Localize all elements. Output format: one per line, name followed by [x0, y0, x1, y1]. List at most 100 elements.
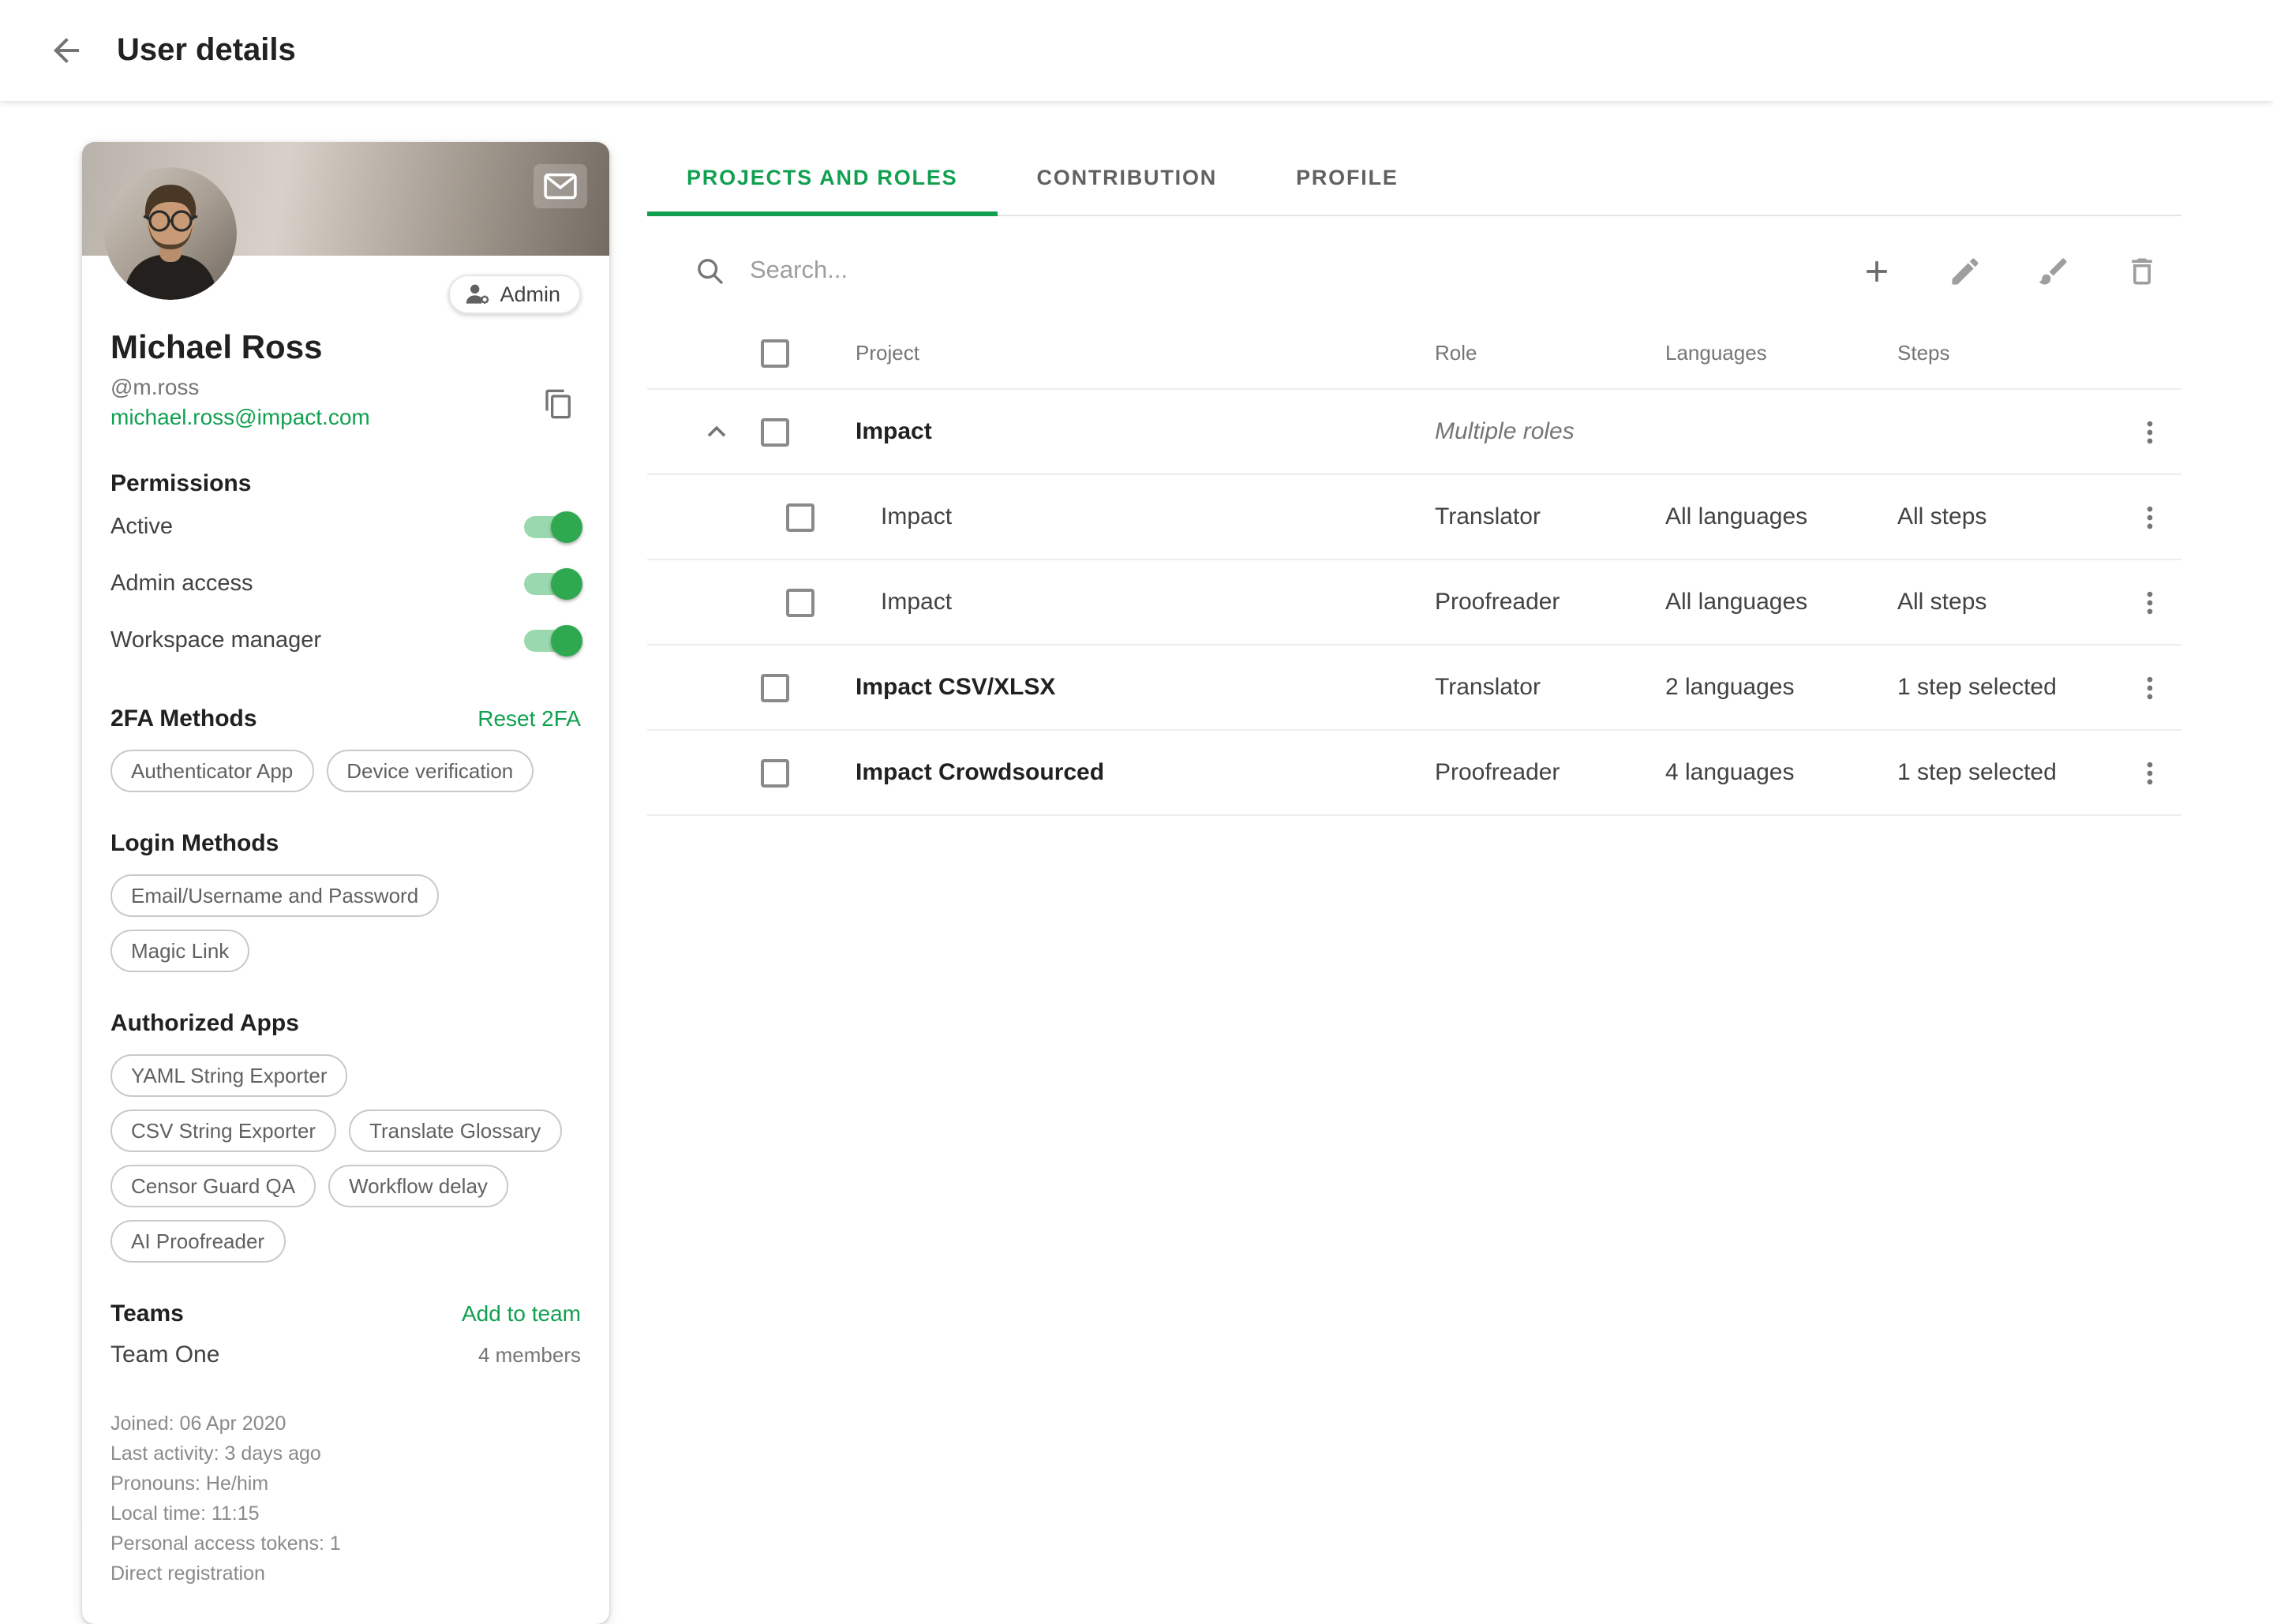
- envelope-icon: [543, 172, 578, 200]
- main-panel: PROJECTS AND ROLES CONTRIBUTION PROFILE: [647, 142, 2181, 816]
- select-all-checkbox[interactable]: [761, 339, 789, 367]
- tab-bar: PROJECTS AND ROLES CONTRIBUTION PROFILE: [647, 142, 2181, 216]
- table-row-impact-group: Impact Multiple roles: [647, 390, 2181, 475]
- table-row-impact-translator: Impact Translator All languages All step…: [647, 475, 2181, 560]
- username: @m.ross: [110, 374, 370, 399]
- row-checkbox[interactable]: [761, 673, 789, 702]
- authorized-app-chips: YAML String Exporter CSV String Exporter…: [110, 1054, 581, 1263]
- permission-label: Admin access: [110, 571, 253, 597]
- add-button[interactable]: [1856, 251, 1897, 292]
- copy-email-button[interactable]: [537, 381, 581, 425]
- chevron-up-icon: [701, 416, 732, 447]
- team-name: Team One: [110, 1341, 219, 1368]
- project-name: Impact Crowdsourced: [837, 759, 1435, 786]
- table-row-impact-proofreader: Impact Proofreader All languages All ste…: [647, 560, 2181, 645]
- cleanup-button[interactable]: [2033, 251, 2074, 292]
- back-button[interactable]: [41, 25, 92, 76]
- kebab-icon: [2134, 416, 2166, 447]
- table-row-impact-csv-xlsx: Impact CSV/XLSX Translator 2 languages 1…: [647, 645, 2181, 731]
- login-method-chips: Email/Username and Password Magic Link: [110, 874, 581, 972]
- languages-value: 2 languages: [1665, 674, 1897, 701]
- copy-icon: [543, 387, 575, 419]
- kebab-icon: [2134, 672, 2166, 703]
- permission-row-workspace-manager: Workspace manager: [110, 614, 581, 668]
- tab-projects-and-roles[interactable]: PROJECTS AND ROLES: [647, 142, 997, 216]
- project-name: Impact: [837, 589, 1435, 616]
- column-header-steps: Steps: [1897, 341, 2118, 365]
- row-menu-button[interactable]: [2118, 495, 2181, 539]
- steps-value: All steps: [1897, 503, 2118, 530]
- toggle-active[interactable]: [524, 516, 578, 538]
- authorized-app-chip: YAML String Exporter: [110, 1054, 348, 1097]
- meta-joined: Joined: 06 Apr 2020: [110, 1409, 581, 1439]
- row-menu-button[interactable]: [2118, 665, 2181, 709]
- admin-badge[interactable]: Admin: [447, 275, 581, 314]
- table-header-row: Project Role Languages Steps: [647, 317, 2181, 390]
- authorized-app-chip: Translate Glossary: [349, 1109, 561, 1152]
- toggle-workspace-manager[interactable]: [524, 630, 578, 652]
- edit-button[interactable]: [1945, 251, 1986, 292]
- delete-button[interactable]: [2121, 251, 2163, 292]
- tab-profile[interactable]: PROFILE: [1256, 142, 1438, 216]
- steps-value: All steps: [1897, 589, 2118, 616]
- toggle-admin-access[interactable]: [524, 573, 578, 595]
- role-value: Multiple roles: [1435, 418, 1665, 445]
- permission-row-admin-access: Admin access: [110, 557, 581, 611]
- plus-icon: [1859, 254, 1894, 289]
- search-input[interactable]: [747, 256, 1856, 287]
- toolbar: [647, 216, 2181, 317]
- add-to-team-link[interactable]: Add to team: [462, 1300, 581, 1326]
- kebab-icon: [2134, 501, 2166, 533]
- authorized-app-chip: Workflow delay: [328, 1165, 508, 1207]
- user-card-body: Admin Michael Ross @m.ross michael.ross@…: [82, 256, 609, 1624]
- row-checkbox[interactable]: [761, 417, 789, 446]
- row-menu-button[interactable]: [2118, 410, 2181, 454]
- row-checkbox[interactable]: [786, 588, 814, 616]
- meta-local-time: Local time: 11:15: [110, 1499, 581, 1529]
- projects-table: Project Role Languages Steps: [647, 317, 2181, 816]
- content: Admin Michael Ross @m.ross michael.ross@…: [0, 101, 2273, 1624]
- search-icon: [695, 256, 726, 287]
- arrow-left-icon: [47, 32, 85, 69]
- reset-2fa-link[interactable]: Reset 2FA: [477, 705, 581, 731]
- user-meta: Joined: 06 Apr 2020 Last activity: 3 day…: [110, 1409, 581, 1589]
- profile-cover: [82, 142, 609, 256]
- meta-access-tokens: Personal access tokens: 1: [110, 1529, 581, 1559]
- row-menu-button[interactable]: [2118, 580, 2181, 624]
- column-header-role: Role: [1435, 341, 1665, 365]
- mail-button[interactable]: [534, 164, 587, 208]
- permissions-title: Permissions: [110, 470, 581, 497]
- admin-badge-label: Admin: [500, 283, 560, 306]
- twofa-chips: Authenticator App Device verification: [110, 750, 581, 792]
- languages-value: All languages: [1665, 589, 1897, 616]
- avatar: [104, 167, 237, 300]
- role-value: Proofreader: [1435, 589, 1665, 616]
- user-details-page: User details: [0, 0, 2273, 1523]
- kebab-icon: [2134, 586, 2166, 618]
- brush-icon: [2036, 254, 2071, 289]
- teams-title: Teams: [110, 1300, 184, 1327]
- team-members-count: 4 members: [478, 1343, 581, 1367]
- permission-label: Active: [110, 515, 173, 540]
- meta-registration: Direct registration: [110, 1559, 581, 1589]
- page-title: User details: [117, 32, 296, 69]
- trash-icon: [2125, 254, 2159, 289]
- collapse-row-button[interactable]: [695, 410, 739, 454]
- twofa-chip: Authenticator App: [110, 750, 313, 792]
- permission-row-active: Active: [110, 500, 581, 554]
- user-card: Admin Michael Ross @m.ross michael.ross@…: [82, 142, 609, 1624]
- user-name: Michael Ross: [110, 330, 581, 368]
- column-header-project: Project: [837, 341, 1435, 365]
- team-row: Team One 4 members: [110, 1341, 581, 1368]
- pencil-icon: [1948, 254, 1983, 289]
- user-email-link[interactable]: michael.ross@impact.com: [110, 404, 370, 429]
- row-menu-button[interactable]: [2118, 750, 2181, 795]
- login-method-chip: Email/Username and Password: [110, 874, 439, 917]
- project-name: Impact CSV/XLSX: [837, 674, 1435, 701]
- authorized-apps-title: Authorized Apps: [110, 1010, 581, 1037]
- tab-contribution[interactable]: CONTRIBUTION: [997, 142, 1256, 216]
- meta-last-activity: Last activity: 3 days ago: [110, 1439, 581, 1469]
- person-gear-icon: [463, 283, 490, 306]
- row-checkbox[interactable]: [786, 503, 814, 531]
- row-checkbox[interactable]: [761, 758, 789, 787]
